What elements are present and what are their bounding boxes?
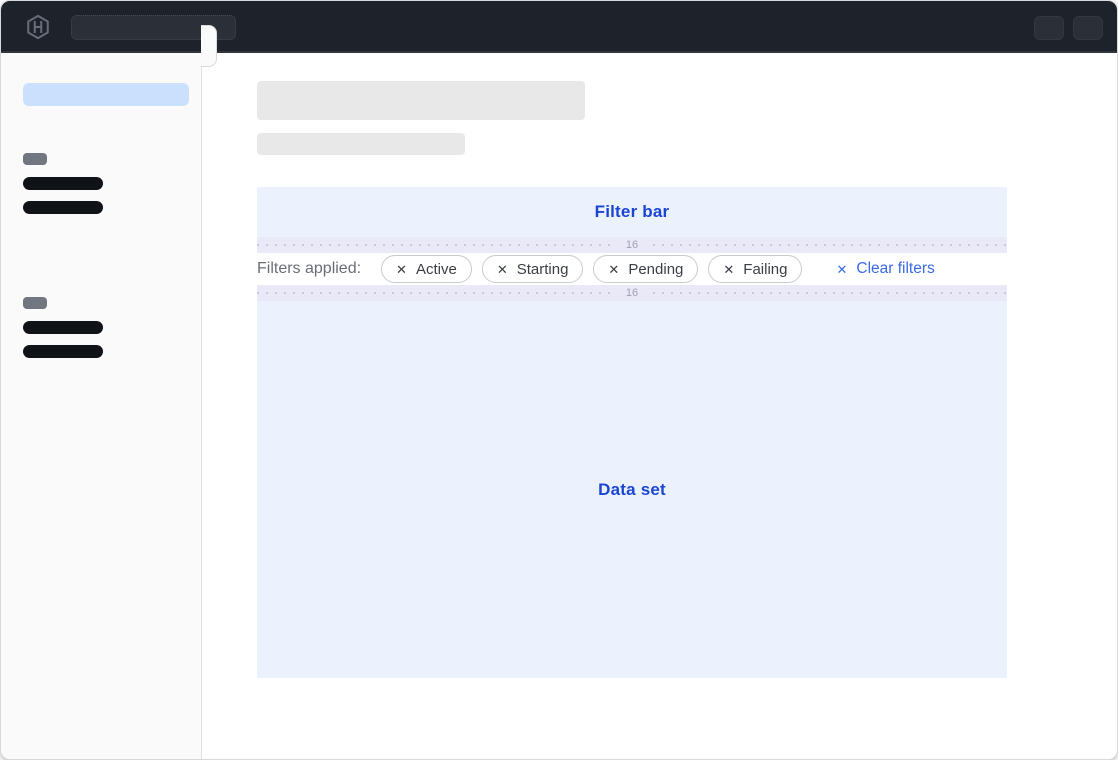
spacing-value: 16: [614, 237, 650, 253]
close-icon[interactable]: ✕: [608, 263, 619, 276]
topbar-button-placeholder-2[interactable]: [1073, 16, 1103, 40]
sidebar-section-heading-placeholder: [23, 297, 47, 309]
filter-pill-starting[interactable]: ✕ Starting: [482, 255, 584, 283]
clear-filters-label: Clear filters: [856, 260, 934, 278]
filter-pill-label: Failing: [743, 261, 787, 278]
filter-pill-label: Starting: [517, 261, 569, 278]
sidebar-section-heading-placeholder: [23, 153, 47, 165]
close-icon[interactable]: ✕: [723, 263, 734, 276]
filters-applied-row: Filters applied: ✕ Active ✕ Starting ✕ P…: [257, 253, 1007, 285]
sidebar: [1, 53, 202, 759]
data-set-label: Data set: [598, 480, 666, 500]
page-subtitle-placeholder: [257, 133, 465, 155]
data-set-region: Data set: [257, 301, 1007, 678]
close-icon: ✕: [836, 263, 847, 276]
filter-bar-label: Filter bar: [595, 202, 670, 222]
sidebar-active-item-placeholder[interactable]: [23, 83, 189, 106]
hashicorp-logo-icon: [25, 14, 51, 40]
sidebar-link-placeholder[interactable]: [23, 201, 103, 214]
app-window: Filter bar 16 Filters applied: ✕ Active …: [0, 0, 1118, 760]
topbar-button-placeholder-1[interactable]: [1034, 16, 1064, 40]
sidebar-link-placeholder[interactable]: [23, 321, 103, 334]
sidebar-link-placeholder[interactable]: [23, 345, 103, 358]
filter-pill-pending[interactable]: ✕ Pending: [593, 255, 698, 283]
filter-pill-failing[interactable]: ✕ Failing: [708, 255, 802, 283]
spacing-annotation: 16: [257, 237, 1007, 253]
filter-pill-active[interactable]: ✕ Active: [381, 255, 472, 283]
clear-filters-link[interactable]: ✕ Clear filters: [836, 260, 934, 278]
filter-pill-label: Active: [416, 261, 457, 278]
filter-pill-label: Pending: [628, 261, 683, 278]
topbar: [1, 1, 1117, 53]
spacing-value: 16: [614, 285, 650, 301]
spacing-annotation: 16: [257, 285, 1007, 301]
main-content: Filter bar 16 Filters applied: ✕ Active …: [203, 53, 1117, 759]
page-title-placeholder: [257, 81, 585, 120]
filter-bar-region: Filter bar: [257, 187, 1007, 237]
close-icon[interactable]: ✕: [497, 263, 508, 276]
filters-applied-label: Filters applied:: [257, 260, 361, 278]
close-icon[interactable]: ✕: [396, 263, 407, 276]
sidebar-link-placeholder[interactable]: [23, 177, 103, 190]
sidebar-collapse-handle[interactable]: [201, 25, 217, 67]
